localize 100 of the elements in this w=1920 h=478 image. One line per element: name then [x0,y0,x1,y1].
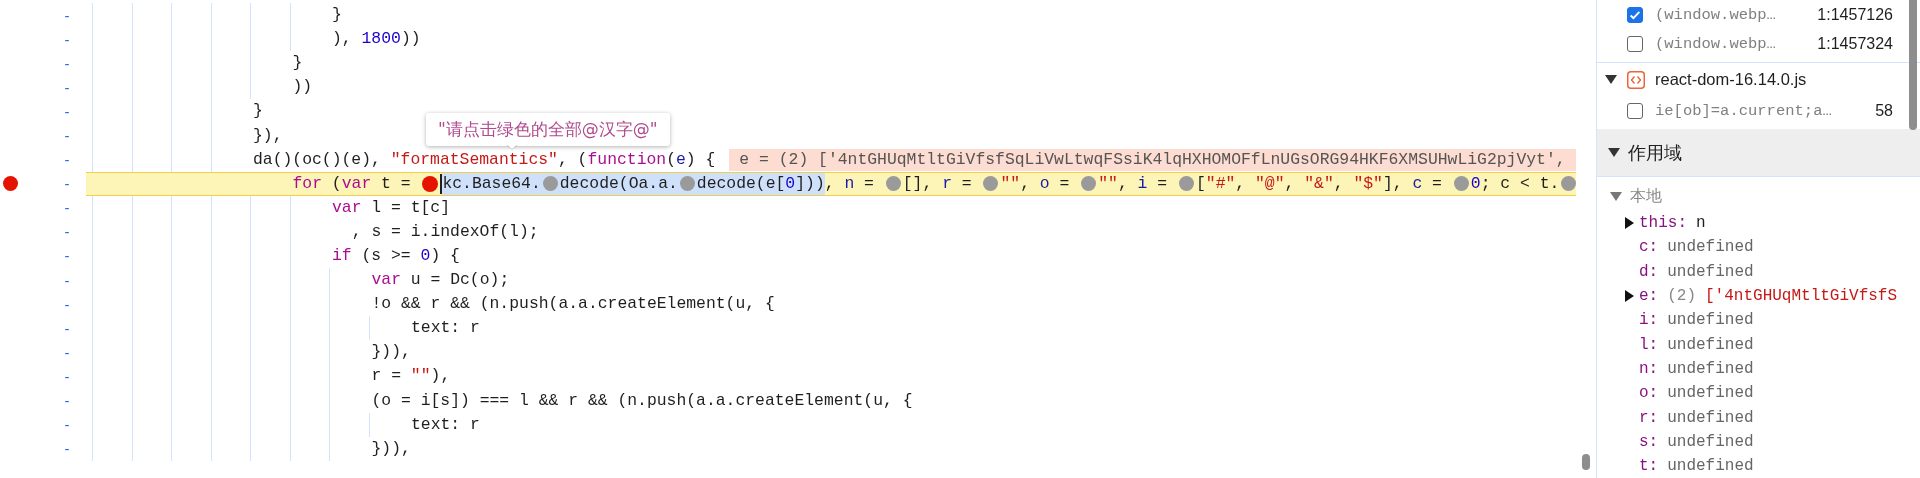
code-text: } [253,100,263,123]
line-marker: - [64,247,70,265]
line-marker: - [64,127,70,144]
variable-value: undefined [1667,359,1754,378]
variable-name: this: [1639,214,1687,233]
breakpoint-location: 1:1457126 [1817,5,1893,24]
line-marker: - [64,78,70,96]
code-file-icon [1627,70,1645,89]
inline-breakpoint-icon[interactable] [422,175,439,192]
code-text: ), 1800)) [332,28,421,51]
code-text: , n = [824,172,875,195]
code-text: var u = Dc(o); [371,269,510,292]
breakpoint-code: (window.webp… [1655,5,1776,24]
code-text: "", o = [1000,172,1071,195]
variable-value: undefined [1667,335,1754,354]
variable-name: s: [1639,432,1659,451]
line-marker: - [64,319,70,337]
code-text: , s = i.indexOf(l); [351,220,539,243]
code-text: ["#", "@", "&", "$"], c = [1195,172,1443,195]
line-marker: - [64,271,70,289]
line-marker: - [64,440,70,458]
code-text: )) [292,76,313,99]
line-marker: - [64,416,70,434]
tooltip-pointer [506,144,518,149]
code-text: !o && r && (n.push(a.a.createElement(u, { [371,293,775,316]
code-text: } [292,52,303,75]
value-preview-icon[interactable] [1178,176,1194,192]
code-text: text: r [411,413,480,436]
line-marker: - [64,367,70,385]
line-marker: - [64,392,70,410]
code-text: (o = i[s]) === l && r && (n.push(a.a.createElement(u, { [371,389,913,412]
variable-value: undefined [1667,311,1754,330]
variable-name: t: [1639,457,1659,476]
expand-triangle-icon[interactable] [1605,75,1617,84]
variable-name: c: [1639,238,1659,257]
inline-value: e = (2) ['4ntGHUqMtltGiVfsfSqLiVwLtwqFSsiK4lqHXHOMOFfLnUGsORG94HKF6XMSUHwLiG2pjVyt', [729,148,1576,171]
line-marker: - [64,102,70,120]
value-preview-icon[interactable] [1561,176,1576,192]
breakpoint-location: 1:1457324 [1817,34,1893,53]
expand-triangle-icon[interactable] [1625,290,1634,303]
line-marker: - [64,175,70,193]
variable-value: undefined [1667,262,1754,281]
line-marker: - [64,151,70,169]
code-text: } [332,4,342,27]
line-marker: - [64,223,70,241]
expand-triangle-icon[interactable] [1625,217,1634,230]
code-text: decode(Oa.a. [559,172,678,195]
value-preview-icon[interactable] [983,176,999,192]
value-preview-icon[interactable] [1081,176,1097,192]
expand-triangle-icon[interactable] [1608,148,1620,157]
variable-name: n: [1639,359,1659,378]
code-text: })), [371,437,411,460]
breakpoint-icon[interactable] [3,176,18,192]
value-preview-icon[interactable] [1453,176,1469,192]
code-text: decode(e[0])) [696,172,825,195]
variable-value: undefined [1667,457,1754,476]
code-text: r = ""), [371,365,451,388]
variable-value: n [1696,214,1706,233]
line-marker: - [64,343,70,361]
variable-name: o: [1639,384,1659,403]
variable-value: undefined [1667,238,1754,257]
code-text: kc.Base64. [442,172,541,195]
line-marker: - [64,54,70,72]
line-marker: - [64,199,70,217]
value-preview-icon[interactable] [885,176,901,192]
code-text: text: r [411,317,480,340]
code-text: 0; c < t. [1470,172,1560,195]
code-text: }), [253,124,283,147]
variable-value: undefined [1667,384,1754,403]
code-text: for (var t = [292,172,412,195]
variable-name: r: [1639,408,1659,427]
breakpoint-location: 58 [1875,101,1893,120]
checkbox[interactable] [1627,35,1643,52]
checkbox[interactable] [1627,6,1643,23]
code-text: })), [371,341,411,364]
checkbox[interactable] [1627,102,1643,119]
code-text: var l = t[c] [332,196,451,219]
variable-name: l: [1639,335,1659,354]
code-text: if (s >= 0) { [332,245,460,267]
code-text: [], r = [902,172,973,195]
line-marker: - [64,6,70,24]
scrollbar[interactable] [1582,454,1590,470]
line-marker: - [64,295,70,313]
array-length: (2) [1667,287,1696,306]
breakpoint-code: (window.webp… [1655,34,1776,53]
breakpoint-code: ie[ob]=a.current;a… [1655,101,1832,120]
code-text: da()(oc()(e), "formatSemantics", (function(e) { [253,148,716,171]
variable-value: undefined [1667,408,1754,427]
variable-value: ['4ntGHUqMtltGiVfsfS [1705,287,1898,306]
code-text: "", i = [1098,172,1169,195]
line-marker: - [64,30,70,48]
scope-group-title[interactable]: 本地 [1630,185,1662,207]
section-header[interactable]: 作用域 [1597,129,1920,177]
section-title: 作用域 [1628,140,1682,165]
scrollbar[interactable] [1909,0,1917,130]
file-name[interactable]: react-dom-16.14.0.js [1655,70,1807,89]
variable-name: d: [1639,262,1659,281]
tooltip: "请点击绿色的全部@汉字@" [426,113,670,146]
variable-value: undefined [1667,432,1754,451]
variable-name: i: [1639,311,1659,330]
